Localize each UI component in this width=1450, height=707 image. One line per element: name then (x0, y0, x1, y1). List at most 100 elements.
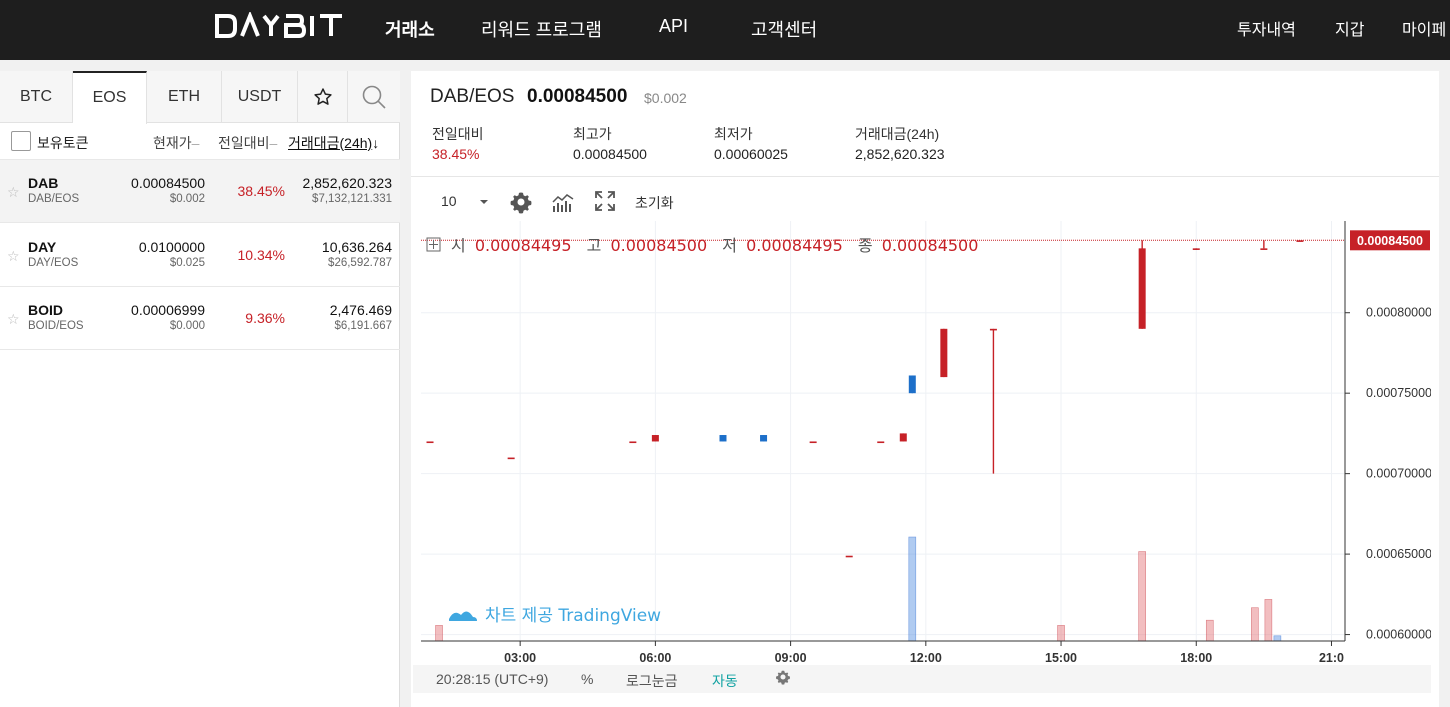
candle-body (809, 441, 817, 444)
search-icon[interactable] (348, 71, 400, 123)
tab-usdt[interactable]: USDT (222, 71, 298, 123)
star-icon[interactable]: ☆ (7, 248, 20, 265)
x-tick-label: 12:00 (910, 651, 942, 665)
change-sort-dash: – (269, 135, 278, 151)
ohlc-low-label: 저 (722, 236, 737, 255)
favorites-star-icon[interactable] (298, 71, 348, 123)
candle-body (877, 441, 885, 444)
token-pair: DAY/EOS (28, 257, 79, 269)
candle-body (760, 435, 768, 442)
candle-body (1138, 248, 1146, 329)
token-price: 0.00084500 (131, 175, 205, 191)
candle-body (426, 441, 434, 444)
percent-scale-toggle[interactable]: % (581, 671, 593, 687)
tab-eth[interactable]: ETH (147, 71, 222, 123)
token-price: 0.00006999 (131, 302, 205, 318)
indicators-icon[interactable] (551, 191, 575, 216)
volume-bar (908, 536, 917, 642)
stat-low-label: 최저가 (714, 126, 753, 142)
nav-my-page[interactable]: 마이페 (1402, 16, 1446, 40)
sort-change[interactable]: 전일대비– (218, 133, 277, 153)
fullscreen-icon[interactable] (594, 190, 616, 215)
ohlc-close-label: 종 (858, 236, 873, 255)
stat-volume-label: 거래대금(24h) (855, 126, 940, 142)
token-volume: 2,476.469 (329, 302, 392, 318)
nav-reward-program[interactable]: 리워드 프로그램 (481, 16, 602, 42)
token-volume: 2,852,620.323 (302, 175, 392, 191)
token-row-dab[interactable]: ☆ DAB DAB/EOS 0.00084500 $0.002 38.45% 2… (0, 160, 400, 223)
ohlc-high-value: 0.00084500 (610, 236, 707, 255)
candle-body (1260, 248, 1268, 250)
tab-btc[interactable]: BTC (0, 71, 73, 123)
ohlc-open-label: 시 (451, 236, 466, 255)
star-icon[interactable]: ☆ (7, 311, 20, 328)
token-row-boid[interactable]: ☆ BOID BOID/EOS 0.00006999 $0.000 9.36% … (0, 287, 400, 350)
nav-api[interactable]: API (659, 16, 688, 37)
log-scale-toggle[interactable]: 로그눈금 (626, 671, 678, 691)
settings-gear-icon[interactable] (509, 190, 533, 217)
sort-price[interactable]: 현재가– (153, 133, 199, 153)
ohlc-open-value: 0.00084495 (475, 236, 572, 255)
volume-bar (1273, 635, 1282, 642)
token-volume-usd: $7,132,121.331 (312, 193, 392, 205)
price-axis[interactable]: 0.00080000 0.00075000 0.00070000 0.00065000… (1345, 306, 1432, 642)
change-header-label: 전일대비 (218, 135, 270, 151)
token-volume: 10,636.264 (321, 239, 392, 255)
token-symbol: DAB (28, 175, 59, 191)
x-tick-label: 21:0 (1319, 651, 1344, 665)
token-usd-price: $0.000 (169, 320, 205, 332)
daybit-logo[interactable] (214, 10, 346, 45)
nav-wallet[interactable]: 지갑 (1335, 16, 1364, 40)
token-pair: BOID/EOS (28, 320, 84, 332)
token-usd-price: $0.025 (169, 257, 205, 269)
chart-settings-gear-icon[interactable] (775, 669, 791, 688)
y-tick-label: 0.00060000 (1366, 628, 1431, 642)
token-symbol: DAY (28, 239, 57, 255)
nav-support[interactable]: 고객센터 (751, 16, 817, 42)
candle-body (989, 328, 997, 331)
y-tick-label: 0.00065000 (1366, 547, 1431, 561)
chart-clock: 20:28:15 (UTC+9) (436, 671, 549, 687)
candle-body (651, 435, 659, 442)
last-price-label: 0.00084500 (1357, 234, 1423, 248)
token-volume-usd: $6,191.667 (334, 320, 392, 332)
candle-body (629, 441, 637, 444)
y-tick-label: 0.00080000 (1366, 306, 1431, 320)
auto-scale-toggle[interactable]: 자동 (712, 671, 738, 691)
interval-select[interactable]: 10 (441, 193, 457, 209)
info-divider (411, 176, 1439, 177)
holdings-label[interactable]: 보유토큰 (37, 133, 89, 153)
top-nav: 거래소 리워드 프로그램 API 고객센터 투자내역 지갑 마이페 (0, 0, 1450, 60)
chart-grid (421, 221, 1345, 641)
star-icon[interactable]: ☆ (7, 184, 20, 201)
nav-investment-history[interactable]: 투자내역 (1237, 16, 1296, 40)
chevron-down-icon[interactable] (478, 195, 490, 211)
x-tick-label: 03:00 (504, 651, 536, 665)
reset-button[interactable]: 초기화 (635, 193, 674, 213)
pair-current-price: 0.00084500 (527, 86, 628, 107)
token-row-day[interactable]: ☆ DAY DAY/EOS 0.0100000 $0.025 10.34% 10… (0, 224, 400, 287)
time-axis[interactable]: 03:00 06:00 09:00 12:00 15:00 18:00 21:0 (504, 641, 1344, 665)
tradingview-cloud-icon (449, 611, 477, 621)
x-tick-label: 09:00 (775, 651, 807, 665)
logo-mark (215, 10, 342, 38)
nav-exchange[interactable]: 거래소 (385, 16, 435, 42)
volume-bar (435, 625, 443, 642)
token-volume-usd: $26,592.787 (328, 257, 392, 269)
tradingview-watermark[interactable]: 차트 제공 TradingView (449, 606, 661, 626)
price-header-label: 현재가 (153, 135, 192, 151)
holdings-checkbox[interactable] (11, 131, 31, 151)
chart-svg[interactable]: 0.00080000 0.00075000 0.00070000 0.00065000… (421, 221, 1432, 669)
market-list-panel: BTC EOS ETH USDT 보유토큰 현재가– 전일대비– 거래대금(24… (0, 71, 400, 707)
price-chart[interactable]: 0.00080000 0.00075000 0.00070000 0.00065000… (421, 221, 1432, 669)
stat-low-value: 0.00060025 (714, 146, 788, 162)
candle-body (507, 457, 515, 460)
tab-eos[interactable]: EOS (73, 71, 147, 124)
ohlc-low-value: 0.00084495 (746, 236, 843, 255)
interval-value: 10 (441, 193, 457, 209)
sort-volume[interactable]: 거래대금(24h)↓ (288, 133, 379, 153)
candles (426, 240, 1304, 558)
candle-body (940, 328, 948, 378)
candle-body (845, 555, 853, 558)
stat-change-label: 전일대비 (432, 126, 484, 142)
